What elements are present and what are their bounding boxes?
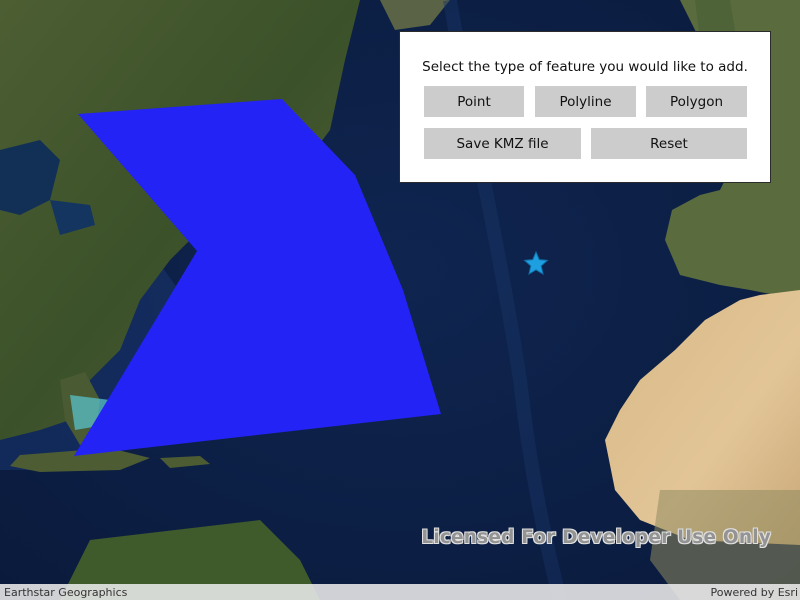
feature-type-panel: Select the type of feature you would lik… [399,31,771,183]
panel-prompt: Select the type of feature you would lik… [422,59,748,75]
save-kmz-button[interactable]: Save KMZ file [424,128,581,159]
attribution-bar: Earthstar Geographics Powered by Esri [0,584,800,600]
attribution-source: Earthstar Geographics [4,586,128,599]
polygon-button[interactable]: Polygon [646,86,747,117]
polyline-button[interactable]: Polyline [535,86,636,117]
developer-watermark: Licensed For Developer Use Only [421,527,771,548]
powered-by-link[interactable]: Powered by Esri [710,586,798,599]
point-button[interactable]: Point [424,86,524,117]
reset-button[interactable]: Reset [591,128,747,159]
